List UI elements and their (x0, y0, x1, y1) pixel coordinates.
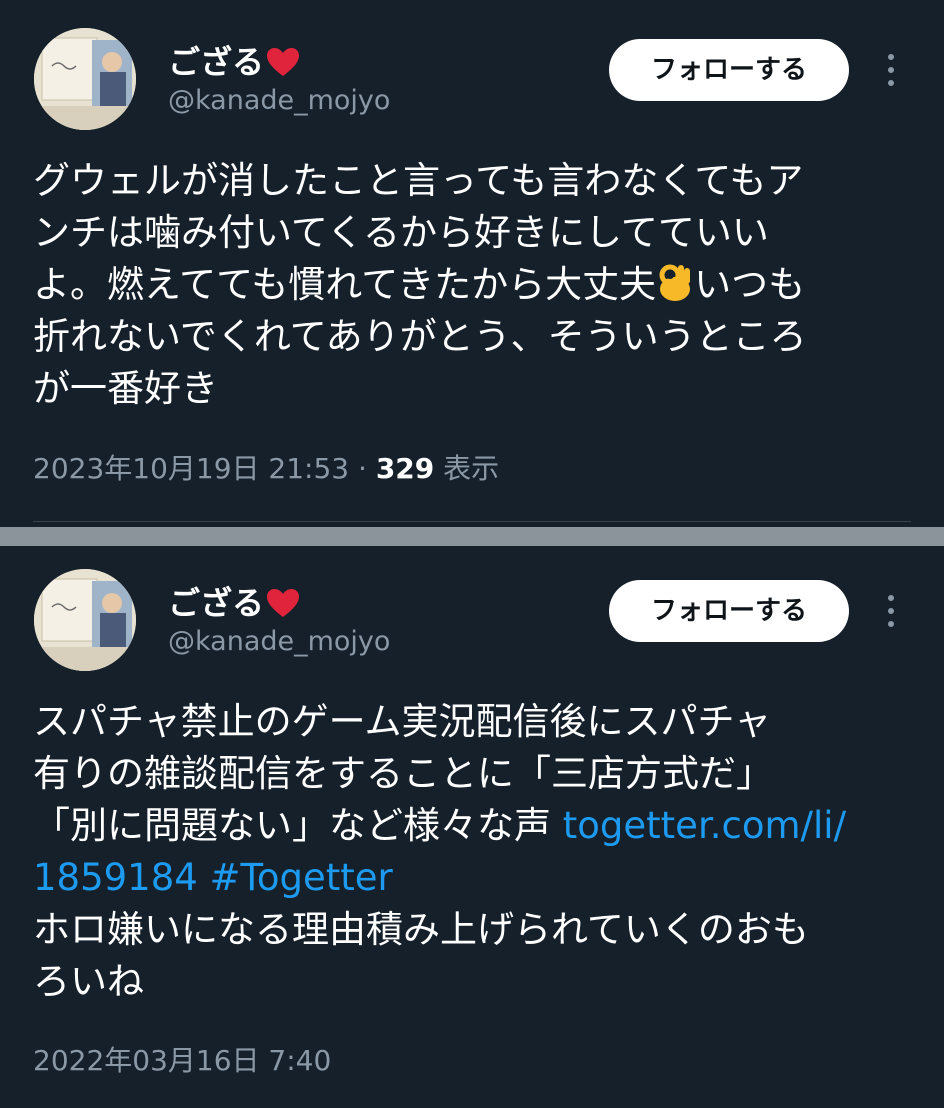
image-separator (0, 527, 944, 546)
more-vertical-icon[interactable] (878, 592, 904, 632)
tweet-text-line: 「別に問題ない」など様々な声 togetter.com/li/ (33, 800, 903, 852)
display-name[interactable]: ござる (168, 42, 300, 82)
togetter-link-continued[interactable]: 1859184 #Togetter (33, 852, 903, 904)
tweet-text-line: ろいね (33, 960, 144, 1003)
divider (33, 521, 911, 522)
avatar[interactable] (34, 569, 136, 671)
red-heart-icon (267, 589, 300, 617)
display-name[interactable]: ござる (168, 583, 300, 623)
avatar[interactable] (34, 28, 136, 130)
tweet-text-line: よ。燃えてても慣れてきたから大丈夫 いつも (33, 259, 903, 311)
tweet-meta: 2022年03月16日 7:40 (33, 1043, 331, 1079)
togetter-link[interactable]: togetter.com/li/ (563, 804, 846, 847)
tweet-text-segment: いつも (694, 263, 806, 306)
tweet-text-line: スパチャ禁止のゲーム実況配信後にスパチャ (33, 700, 772, 743)
ok-hand-icon (659, 264, 691, 301)
follow-button[interactable]: フォローする (609, 580, 849, 642)
avatar-image (34, 28, 136, 130)
tweet-card: ござる @kanade_mojyo フォローする グウェルが消したこと言っても言… (0, 0, 944, 527)
views-label[interactable]: 表示 (434, 452, 499, 485)
tweet-text-segment: 「別に問題ない」など様々な声 (33, 804, 563, 847)
tweet-text-line: 折れないでくれてありがとう、そういうところ (33, 315, 807, 358)
tweet-text: グウェルが消したこと言っても言わなくてもア ンチは噛み付いてくるから好きにしてて… (33, 155, 903, 415)
red-heart-icon (267, 48, 300, 76)
tweet-text: スパチャ禁止のゲーム実況配信後にスパチャ 有りの雑談配信をすることに「三店方式だ… (33, 696, 903, 1008)
avatar-image (34, 569, 136, 671)
tweet-text-line: が一番好き (33, 367, 218, 410)
display-name-text[interactable]: ござる (168, 584, 264, 622)
tweet-text-line: 有りの雑談配信をすることに「三店方式だ」 (33, 752, 773, 795)
tweet-text-line: グウェルが消したこと言っても言わなくてもア (33, 159, 804, 202)
handle[interactable]: @kanade_mojyo (168, 625, 390, 659)
follow-button[interactable]: フォローする (609, 39, 849, 101)
tweet-card: ござる @kanade_mojyo フォローする スパチャ禁止のゲーム実況配信後… (0, 546, 944, 1108)
more-vertical-icon[interactable] (878, 51, 904, 91)
timestamp[interactable]: 2023年10月19日 21:53 · (33, 452, 376, 485)
handle[interactable]: @kanade_mojyo (168, 84, 390, 118)
display-name-text[interactable]: ござる (168, 43, 264, 81)
tweet-text-line: ンチは噛み付いてくるから好きにしてていい (33, 211, 769, 254)
views-count[interactable]: 329 (376, 452, 434, 485)
tweet-meta: 2023年10月19日 21:53 · 329 表示 (33, 451, 499, 487)
timestamp[interactable]: 2022年03月16日 7:40 (33, 1044, 331, 1077)
tweet-text-segment: よ。燃えてても慣れてきたから大丈夫 (33, 263, 657, 306)
tweet-text-line: ホロ嫌いになる理由積み上げられていくのおも (33, 908, 809, 951)
